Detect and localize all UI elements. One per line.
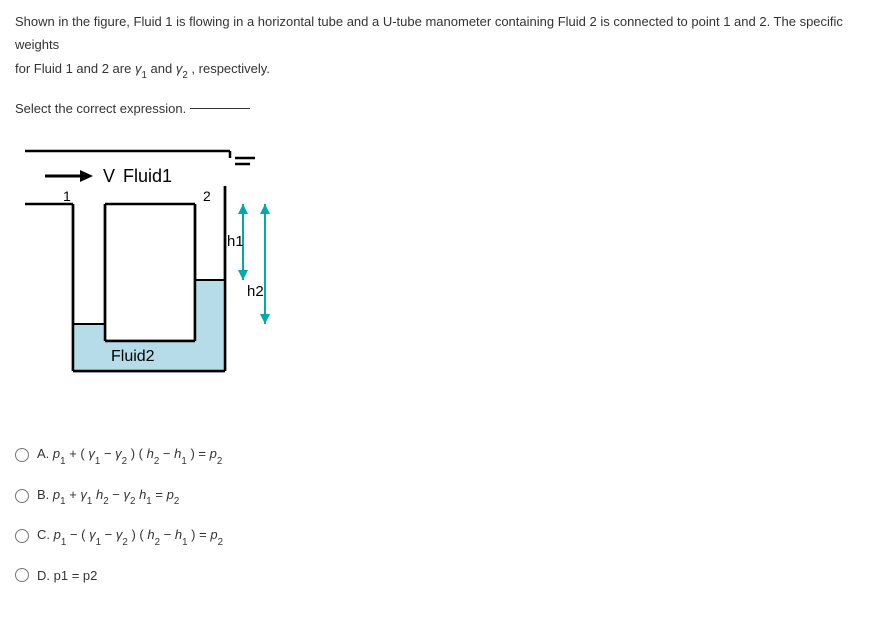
question-line2-pre: for Fluid 1 and 2 are <box>15 61 135 76</box>
option-c-label: C. p1 − ( γ1 − γ2 ) ( h2 − h1 ) = p2 <box>37 527 223 546</box>
question-line1: Shown in the figure, Fluid 1 is flowing … <box>15 14 843 52</box>
diagram: V Fluid1 1 2 Fluid2 <box>25 146 305 406</box>
pt2-text: 2 <box>203 188 211 204</box>
options-group: A. p1 + ( γ1 − γ2 ) ( h2 − h1 ) = p2 B. … <box>15 446 867 583</box>
gamma-2-sub: 2 <box>182 70 187 81</box>
fluid1-label-text: Fluid1 <box>123 166 172 186</box>
option-b[interactable]: B. p1 + γ1 h2 − γ2 h1 = p2 <box>15 487 867 506</box>
h1-text: h1 <box>227 233 244 250</box>
question-text: Shown in the figure, Fluid 1 is flowing … <box>15 10 867 83</box>
option-b-radio[interactable] <box>15 489 29 503</box>
option-a[interactable]: A. p1 + ( γ1 − γ2 ) ( h2 − h1 ) = p2 <box>15 446 867 465</box>
option-b-label: B. p1 + γ1 h2 − γ2 h1 = p2 <box>37 487 179 506</box>
select-text: Select the correct expression. <box>15 101 186 116</box>
option-c-radio[interactable] <box>15 529 29 543</box>
h2-text: h2 <box>247 283 264 300</box>
fluid2-label-text: Fluid2 <box>111 348 155 365</box>
select-prompt: Select the correct expression. <box>15 101 867 116</box>
v-label-text: V <box>103 166 115 186</box>
gamma-1-sub: 1 <box>141 70 146 81</box>
option-d[interactable]: D. p1 = p2 <box>15 568 867 583</box>
option-c[interactable]: C. p1 − ( γ1 − γ2 ) ( h2 − h1 ) = p2 <box>15 527 867 546</box>
option-d-label: D. p1 = p2 <box>37 568 97 583</box>
blank-line <box>190 108 250 109</box>
option-d-radio[interactable] <box>15 568 29 582</box>
option-a-label: A. p1 + ( γ1 − γ2 ) ( h2 − h1 ) = p2 <box>37 446 222 465</box>
option-a-radio[interactable] <box>15 448 29 462</box>
diagram-svg: V Fluid1 1 2 Fluid2 <box>25 146 305 406</box>
question-line2-end: , respectively. <box>191 61 270 76</box>
pt1-text: 1 <box>63 188 71 204</box>
question-line2-mid: and <box>151 61 176 76</box>
